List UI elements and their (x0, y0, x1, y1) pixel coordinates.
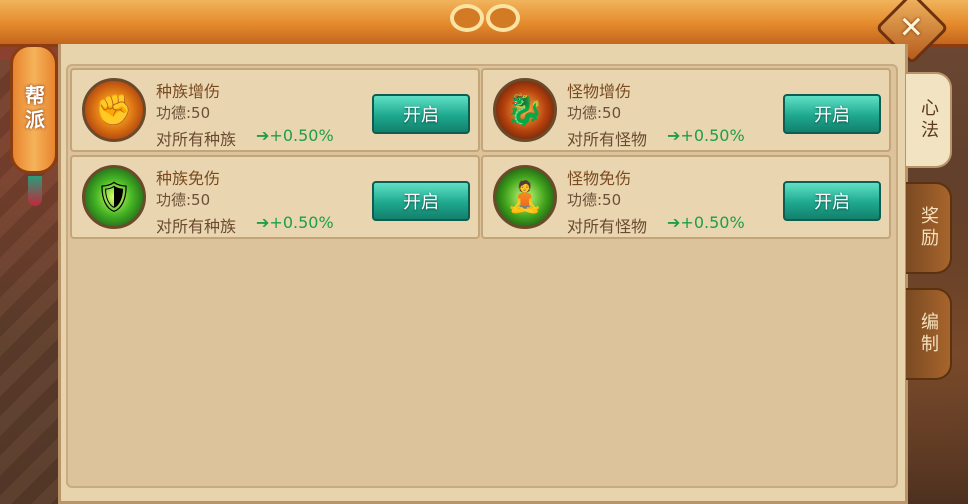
tab-label: 心法 (918, 98, 939, 142)
skill-name: 怪物免伤 (567, 169, 632, 188)
skill-merit: 功德:50 (156, 191, 211, 209)
guild-tab[interactable]: 帮派 (10, 44, 58, 174)
arrow-right-icon: ➔ (667, 213, 681, 232)
skill-bonus: ➔+0.50% (667, 213, 745, 232)
arrow-right-icon: ➔ (256, 126, 270, 145)
activate-button[interactable]: 开启 (372, 94, 470, 134)
tab-label: 编制 (918, 312, 939, 356)
tab-reward[interactable]: 奖励 (906, 182, 952, 274)
activate-button[interactable]: 开启 (783, 94, 881, 134)
skill-desc: 对所有种族 (156, 217, 237, 236)
skill-merit: 功德:50 (567, 191, 622, 209)
bonus-value: +0.50% (269, 213, 334, 232)
skill-name: 种族免伤 (156, 169, 221, 188)
skill-name: 怪物增伤 (567, 82, 632, 101)
panel-header (0, 0, 968, 47)
tassel-icon (28, 176, 42, 206)
guild-tab-label: 帮派 (21, 85, 46, 133)
skill-card: 🛡 种族免伤 功德:50 对所有种族 ➔+0.50% 开启 (70, 155, 480, 239)
activate-button[interactable]: 开启 (372, 181, 470, 221)
skill-desc: 对所有怪物 (567, 130, 648, 149)
fist-icon: ✊ (82, 78, 146, 142)
skill-card: ✊ 种族增伤 功德:50 对所有种族 ➔+0.50% 开启 (70, 68, 480, 152)
bonus-value: +0.50% (680, 126, 745, 145)
skill-card: 🧘 怪物免伤 功德:50 对所有怪物 ➔+0.50% 开启 (481, 155, 891, 239)
skill-merit: 功德:50 (567, 104, 622, 122)
shield-icon: 🛡 (82, 165, 146, 229)
skill-card: 🐉 怪物增伤 功德:50 对所有怪物 ➔+0.50% 开启 (481, 68, 891, 152)
tab-label: 奖励 (918, 206, 939, 250)
skill-bonus: ➔+0.50% (256, 126, 334, 145)
swirl-ornament-icon (486, 4, 520, 32)
skill-desc: 对所有怪物 (567, 217, 648, 236)
tab-organization[interactable]: 编制 (906, 288, 952, 380)
tab-xinfa[interactable]: 心法 (906, 72, 952, 168)
activate-button[interactable]: 开启 (783, 181, 881, 221)
swirl-ornament-icon (450, 4, 484, 32)
skill-desc: 对所有种族 (156, 130, 237, 149)
arrow-right-icon: ➔ (256, 213, 270, 232)
skill-bonus: ➔+0.50% (256, 213, 334, 232)
dragon-icon: 🐉 (493, 78, 557, 142)
header-ornament (440, 0, 530, 36)
arrow-right-icon: ➔ (667, 126, 681, 145)
monk-icon: 🧘 (493, 165, 557, 229)
skill-name: 种族增伤 (156, 82, 221, 101)
skill-bonus: ➔+0.50% (667, 126, 745, 145)
bonus-value: +0.50% (680, 213, 745, 232)
close-icon: ✕ (899, 10, 925, 46)
skill-merit: 功德:50 (156, 104, 211, 122)
bonus-value: +0.50% (269, 126, 334, 145)
